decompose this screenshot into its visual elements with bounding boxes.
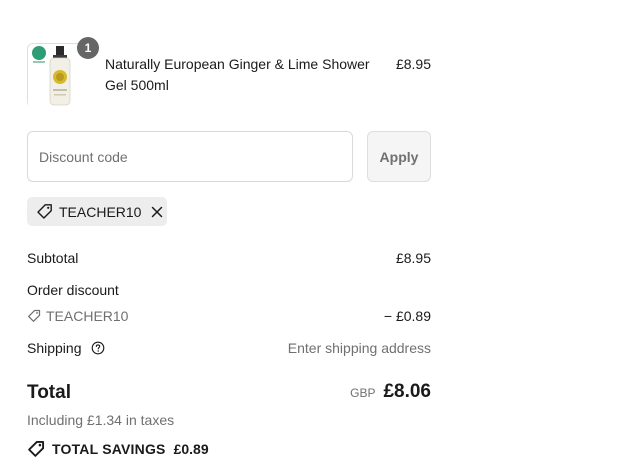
- close-icon[interactable]: [150, 205, 164, 219]
- product-price: £8.95: [395, 56, 431, 72]
- product-thumbnail: 1: [27, 37, 99, 108]
- applied-discount-chip: TEACHER10: [27, 197, 167, 226]
- line-item: 1 Naturally European Ginger & Lime Showe…: [27, 37, 431, 108]
- total-savings: TOTAL SAVINGS £0.89: [27, 439, 209, 459]
- tag-icon: [28, 440, 45, 457]
- order-discount-detail-row: TEACHER10 − £0.89: [27, 307, 431, 325]
- subtotal-value: £8.95: [395, 250, 431, 266]
- product-name: Naturally European Ginger & Lime Shower …: [105, 56, 370, 93]
- discount-code-label: TEACHER10: [46, 308, 129, 324]
- applied-discount-code: TEACHER10: [59, 203, 142, 220]
- apply-button[interactable]: Apply: [367, 131, 431, 182]
- order-discount-row: Order discount: [27, 281, 431, 299]
- savings-label: TOTAL SAVINGS: [52, 441, 166, 457]
- subtotal-row: Subtotal £8.95: [27, 249, 431, 267]
- total-label: Total: [27, 382, 71, 403]
- discount-form: Apply: [27, 131, 431, 182]
- savings-amount: £0.89: [173, 441, 209, 457]
- total-row: Total GBP £8.06: [27, 381, 431, 407]
- currency-code: GBP: [350, 386, 376, 400]
- discount-amount: − £0.89: [383, 308, 431, 324]
- tag-icon: [28, 309, 41, 322]
- subtotal-label: Subtotal: [27, 250, 79, 266]
- quantity-badge: 1: [77, 37, 99, 59]
- shipping-label: Shipping: [27, 340, 82, 356]
- order-discount-label: Order discount: [27, 282, 119, 298]
- shipping-value: Enter shipping address: [287, 340, 431, 356]
- tag-icon: [36, 203, 53, 220]
- shipping-row: Shipping Enter shipping address: [27, 339, 431, 357]
- discount-code-input[interactable]: [27, 131, 353, 182]
- help-circle-icon[interactable]: [91, 341, 105, 359]
- total-amount: £8.06: [383, 381, 431, 402]
- taxes-note: Including £1.34 in taxes: [27, 412, 175, 428]
